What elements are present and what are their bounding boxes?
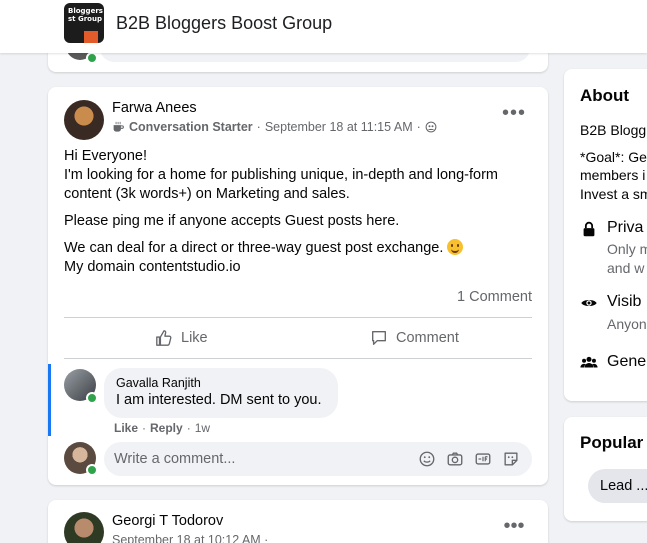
post-card: Farwa Anees Conversation Starter · Septe… (48, 87, 548, 485)
post-text-line: Please ping me if anyone accepts Guest p… (64, 213, 400, 229)
about-card: About B2B Blogg *Goal*: Ge members i Inv… (564, 69, 647, 401)
comment-bubble: Gavalla Ranjith I am interested. DM sent… (104, 368, 338, 418)
post-text-line: My domain contentstudio.io (64, 259, 241, 275)
post-timestamp[interactable]: September 18 at 10:12 AM · (112, 533, 268, 543)
comment-highlight-bar (48, 364, 51, 436)
next-post-card: Georgi T Todorov September 18 at 10:12 A… (48, 500, 548, 543)
post-text-line: We can deal for a direct or three-way gu… (64, 240, 444, 256)
post-timestamp[interactable]: September 18 at 11:15 AM (265, 120, 413, 134)
write-comment-input[interactable]: Write a comment... (104, 442, 532, 476)
post-options-button[interactable]: ••• (500, 103, 528, 129)
about-description: members i (580, 167, 646, 183)
group-privacy-icon (425, 121, 437, 133)
divider (64, 358, 532, 359)
commenter-name[interactable]: Gavalla Ranjith (116, 376, 326, 390)
coffee-cup-icon (113, 121, 124, 132)
group-thumbnail[interactable]: Bloggers st Group (64, 3, 104, 43)
smile-emoji-icon (447, 239, 464, 255)
about-description: B2B Blogg (580, 122, 647, 138)
privacy-description: and w (607, 260, 645, 276)
emoji-icon[interactable] (418, 450, 436, 468)
popular-topics-title: Popular T (580, 433, 647, 452)
gif-icon[interactable] (474, 450, 492, 468)
comment-actions-separator: · (142, 421, 147, 435)
visibility-description: Anyon (607, 316, 647, 332)
about-description: Invest a sm (580, 186, 647, 202)
post-text-line: I'm looking for a home for publishing un… (64, 167, 498, 202)
comment-bubble-icon (372, 331, 386, 345)
meta-separator: · (256, 120, 261, 134)
post-text-line: Hi Everyone! (64, 148, 148, 164)
author-avatar[interactable] (64, 100, 104, 140)
like-button[interactable]: Like (155, 323, 208, 353)
post-body: Hi Everyone! I'm looking for a home for … (64, 147, 534, 285)
group-title[interactable]: B2B Bloggers Boost Group (116, 13, 332, 34)
comment-age[interactable]: 1w (195, 421, 210, 435)
group-thumbnail-accent (84, 31, 98, 43)
about-description: *Goal*: Ge (580, 149, 647, 165)
post-author[interactable]: Georgi T Todorov (112, 513, 223, 529)
eye-icon (581, 299, 597, 307)
about-title: About (580, 86, 630, 105)
comment-text: I am interested. DM sent to you. (116, 392, 322, 408)
badge-label[interactable]: Conversation Starter (129, 120, 253, 134)
online-status-dot (86, 464, 98, 476)
comment-like-link[interactable]: Like (114, 421, 138, 435)
post-meta: Conversation Starter · September 18 at 1… (112, 120, 437, 134)
divider (64, 317, 532, 318)
group-header: Bloggers st Group B2B Bloggers Boost Gro… (0, 0, 647, 53)
write-comment-placeholder: Write a comment... (114, 451, 236, 467)
comment-reply-link[interactable]: Reply (150, 421, 183, 435)
comment-tools (418, 450, 520, 468)
people-icon (580, 356, 598, 368)
author-avatar[interactable] (64, 512, 104, 543)
post-author[interactable]: Farwa Anees (112, 100, 197, 116)
camera-icon[interactable] (446, 450, 464, 468)
like-label: Like (181, 330, 208, 346)
privacy-description: Only m (607, 241, 647, 257)
visibility-title: Visib (607, 293, 642, 310)
general-title[interactable]: Gene (607, 353, 646, 371)
online-status-dot (86, 52, 98, 64)
comment-label: Comment (396, 330, 459, 346)
online-status-dot (86, 392, 98, 404)
post-options-button[interactable]: ••• (500, 516, 528, 536)
thumbs-up-icon (156, 330, 172, 346)
lock-icon (583, 221, 595, 237)
comment-button[interactable]: Comment (370, 323, 459, 353)
meta-separator: · (416, 120, 421, 134)
topic-chip[interactable]: Lead ... (588, 469, 647, 503)
group-thumbnail-text: Bloggers st Group (68, 7, 103, 23)
comment-actions-separator: · (186, 421, 191, 435)
comment-count[interactable]: 1 Comment (457, 289, 532, 305)
sticker-icon[interactable] (502, 450, 520, 468)
popular-topics-card: Popular T Lead ... (564, 417, 647, 521)
privacy-title: Priva (607, 219, 644, 236)
comment-actions: Like · Reply · 1w (114, 421, 210, 435)
